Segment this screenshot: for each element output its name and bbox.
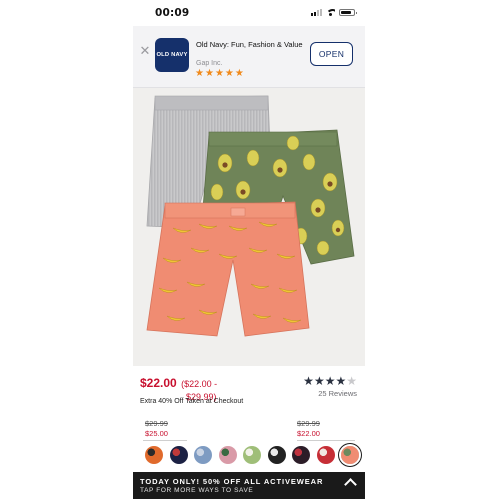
discount-price: $22.00 [297,429,320,438]
star-icon: ★ [224,68,234,79]
status-bar: 00:09 [133,0,365,26]
promo-headline: TODAY ONLY! 50% OFF ALL ACTIVEWEAR [140,477,324,486]
variant-price: $29.99 $22.00 [297,419,320,439]
price-range: ($22.00 - [181,379,218,389]
star-icon: ★ [234,68,244,79]
rating-stars: ★ ★ ★ ★ ★ [303,375,357,387]
swatch-navy-print[interactable] [169,446,188,464]
chevron-up-icon[interactable] [344,478,357,491]
discount-price: $25.00 [145,429,168,438]
star-icon: ★ [335,374,347,388]
star-icon: ★ [195,68,204,79]
promo-subline: TAP FOR MORE WAYS TO SAVE [140,487,254,494]
app-rating-stars: ★ ★ ★ ★ ★ [195,69,244,79]
app-icon: OLD NAVY [155,38,189,72]
app-developer: Gap Inc. [196,60,223,67]
reviews-count[interactable]: 25 Reviews [303,389,357,398]
swatch-pink-print[interactable] [218,446,237,464]
signal-icon [311,9,322,16]
status-time: 00:09 [155,7,190,19]
open-button[interactable]: OPEN [310,42,353,66]
swatch-green-print[interactable] [243,446,261,464]
original-price: $29.99 [145,419,168,428]
product-image[interactable] [133,88,365,366]
boxers-illustration [146,95,355,337]
star-icon: ★ [324,374,336,388]
swatch-orange-print[interactable] [145,446,163,464]
app-banner: ✕ OLD NAVY Old Navy: Fun, Fashion & Valu… [133,26,365,88]
status-icons [311,9,357,16]
original-price: $29.99 [297,419,320,428]
wifi-icon [326,9,335,16]
phone-screen: 00:09 ✕ OLD NAVY Old Navy: Fun, Fashion … [133,0,365,499]
swatch-red-white[interactable] [316,446,335,464]
close-icon[interactable]: ✕ [139,45,151,58]
sale-price: $22.00 [140,376,177,390]
checkout-promo: Extra 40% Off Taken at Checkout [140,398,244,405]
star-icon: ★ [204,68,214,79]
battery-icon [339,9,357,16]
divider [143,440,187,441]
star-icon: ★ [303,374,314,388]
divider [297,440,355,441]
swatch-coral-banana[interactable] [341,446,359,464]
variant-price: $29.99 $25.00 [145,419,168,439]
swatch-black-white[interactable] [267,446,286,464]
star-icon: ★ [313,374,325,388]
star-icon: ★ [346,374,357,388]
promo-bar[interactable]: TODAY ONLY! 50% OFF ALL ACTIVEWEAR TAP F… [133,472,365,499]
star-icon: ★ [214,68,224,79]
color-swatches [143,446,363,466]
swatch-blue-plaid[interactable] [194,446,212,464]
battery-fill [341,11,351,14]
app-title: Old Navy: Fun, Fashion & Value [196,40,303,49]
swatch-dark-floral[interactable] [292,446,310,464]
product-rating[interactable]: ★ ★ ★ ★ ★ 25 Reviews [303,375,357,398]
